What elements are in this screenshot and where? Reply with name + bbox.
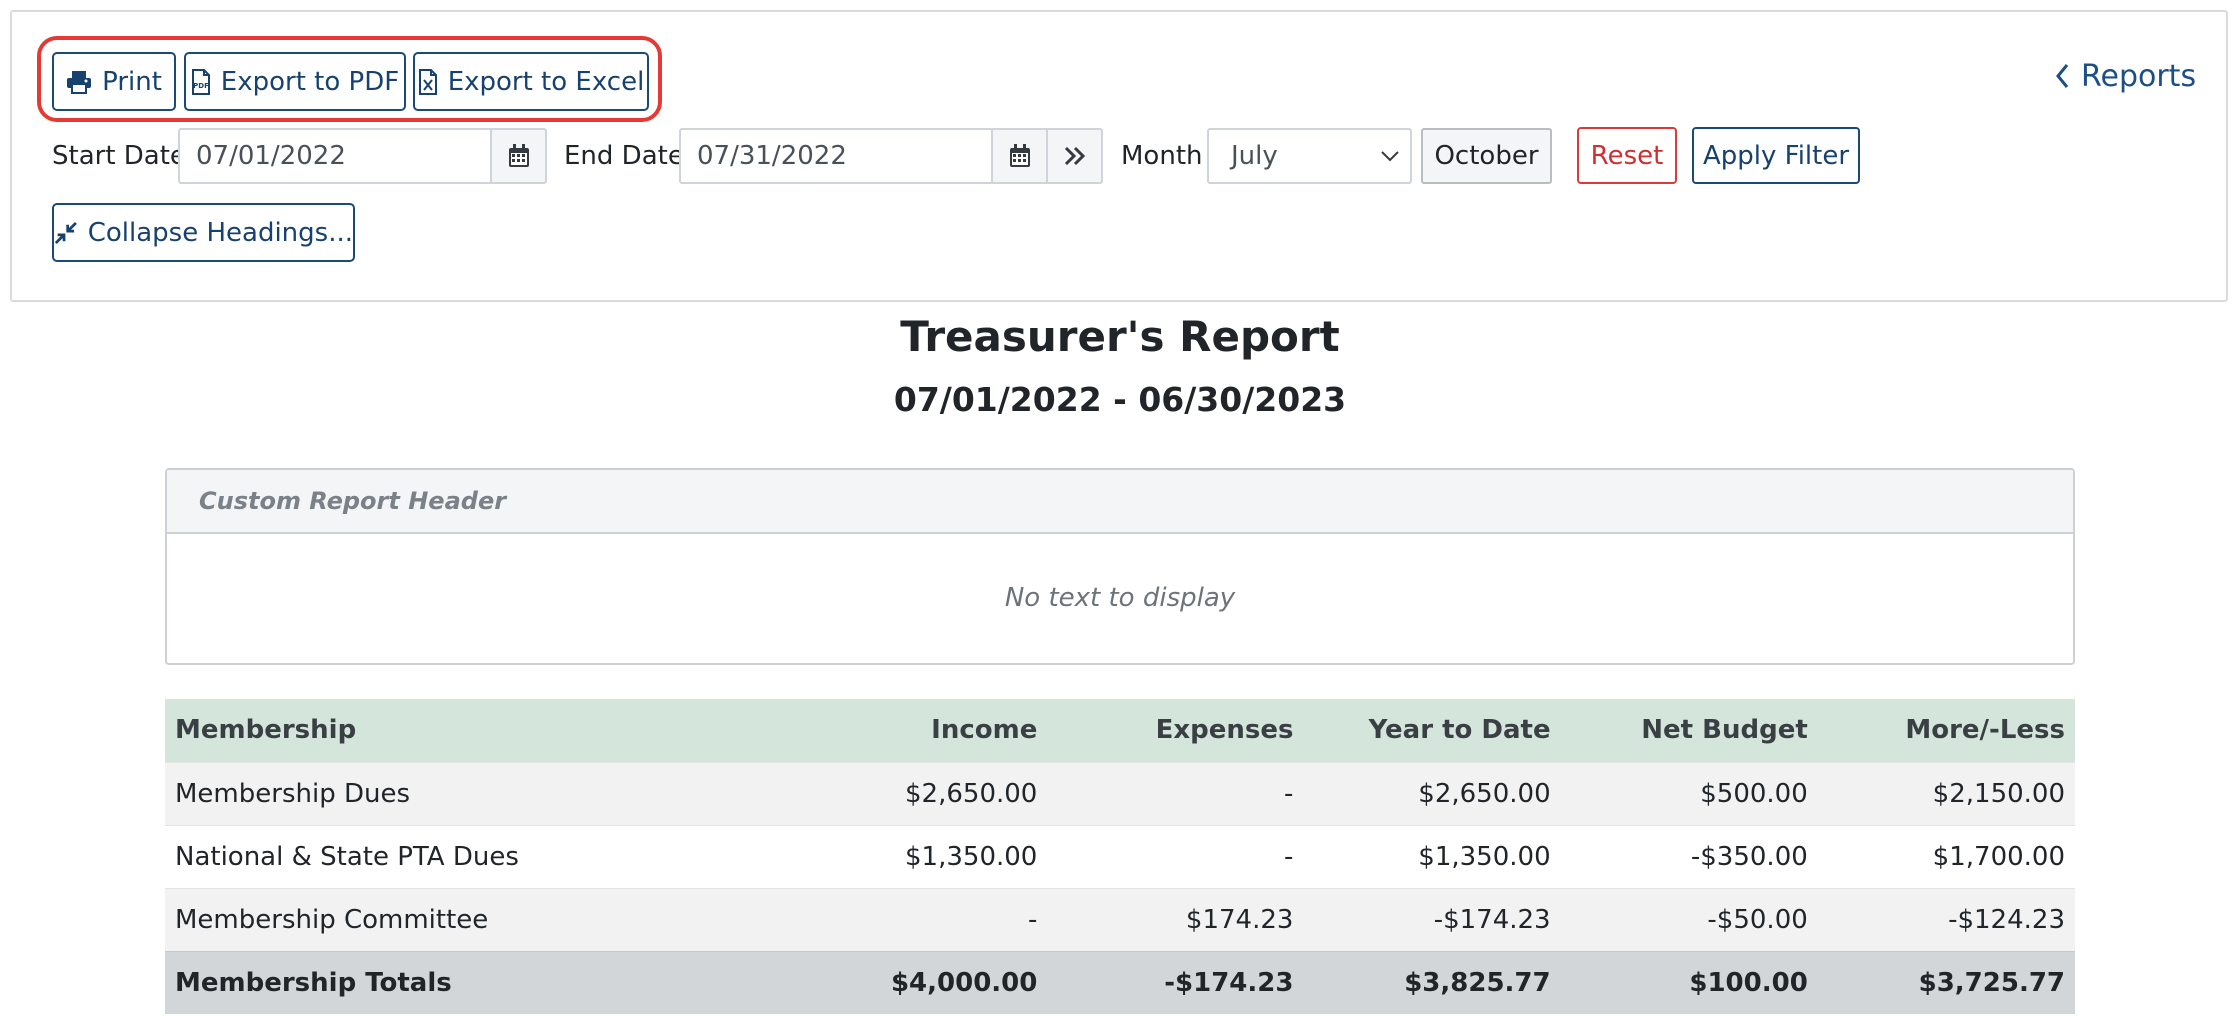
end-date-calendar-button[interactable] [991, 128, 1048, 184]
print-button[interactable]: Print [52, 52, 176, 111]
calendar-icon [1009, 144, 1031, 168]
chevron-left-icon [2055, 63, 2069, 89]
apply-filter-button[interactable]: Apply Filter [1692, 127, 1860, 184]
month-selected-value: July [1231, 141, 1278, 171]
column-header: Membership [165, 699, 778, 762]
end-date-input[interactable]: 07/31/2022 [679, 128, 993, 184]
custom-report-header-card: Custom Report Header No text to display [165, 468, 2075, 665]
column-header: More/-Less [1818, 699, 2075, 762]
start-date-input[interactable]: 07/01/2022 [178, 128, 492, 184]
printer-icon [66, 70, 92, 94]
export-pdf-label: Export to PDF [221, 67, 399, 97]
totals-cell: -$174.23 [1047, 951, 1303, 1014]
print-label: Print [102, 67, 162, 97]
collapse-headings-label: Collapse Headings... [88, 218, 353, 248]
table-cell: $500.00 [1561, 762, 1818, 825]
table-cell: - [1047, 825, 1303, 888]
table-cell: -$50.00 [1561, 888, 1818, 951]
table-row: Membership Committee - $174.23 -$174.23 … [165, 888, 2075, 951]
custom-header-title: Custom Report Header [167, 470, 2073, 534]
table-cell: -$124.23 [1818, 888, 2075, 951]
table-cell: $174.23 [1047, 888, 1303, 951]
calendar-icon [508, 144, 530, 168]
table-cell: $2,650.00 [1303, 762, 1560, 825]
table-row: National & State PTA Dues $1,350.00 - $1… [165, 825, 2075, 888]
table-cell: $1,700.00 [1818, 825, 2075, 888]
svg-text:PDF: PDF [193, 82, 209, 90]
totals-cell: Membership Totals [165, 951, 778, 1014]
table-header-row: Membership Income Expenses Year to Date … [165, 699, 2075, 762]
column-header: Net Budget [1561, 699, 1818, 762]
pdf-file-icon: PDF [191, 69, 211, 95]
column-header: Income [778, 699, 1047, 762]
column-header: Year to Date [1303, 699, 1560, 762]
table-cell: -$174.23 [1303, 888, 1560, 951]
excel-file-icon [418, 69, 438, 95]
compress-icon [54, 220, 78, 246]
chevron-down-icon [1380, 150, 1400, 162]
column-header: Expenses [1047, 699, 1303, 762]
totals-cell: $4,000.00 [778, 951, 1047, 1014]
table-cell: -$350.00 [1561, 825, 1818, 888]
table-cell: Membership Committee [165, 888, 778, 951]
reports-back-link[interactable]: Reports [2055, 56, 2196, 96]
totals-row: Membership Totals $4,000.00 -$174.23 $3,… [165, 951, 2075, 1014]
double-chevron-right-icon [1063, 145, 1087, 167]
export-excel-button[interactable]: Export to Excel [413, 52, 649, 111]
start-date-label: Start Date [52, 128, 186, 184]
export-pdf-button[interactable]: PDF Export to PDF [184, 52, 406, 111]
table-cell: $1,350.00 [778, 825, 1047, 888]
table-cell: $2,650.00 [778, 762, 1047, 825]
table-cell: - [778, 888, 1047, 951]
totals-cell: $3,825.77 [1303, 951, 1560, 1014]
month-select[interactable]: July [1207, 128, 1412, 184]
membership-table: Membership Income Expenses Year to Date … [165, 699, 2075, 1014]
reset-button[interactable]: Reset [1577, 127, 1677, 184]
table-cell: - [1047, 762, 1303, 825]
next-period-button[interactable] [1046, 128, 1103, 184]
month-label: Month [1121, 128, 1203, 184]
october-button[interactable]: October [1421, 128, 1552, 184]
table-cell: $1,350.00 [1303, 825, 1560, 888]
export-excel-label: Export to Excel [448, 67, 645, 97]
table-cell: National & State PTA Dues [165, 825, 778, 888]
end-date-label: End Date [564, 128, 684, 184]
report-title: Treasurer's Report [0, 312, 2240, 361]
custom-header-body: No text to display [167, 534, 2073, 662]
start-date-calendar-button[interactable] [490, 128, 547, 184]
table-cell: $2,150.00 [1818, 762, 2075, 825]
table-row: Membership Dues $2,650.00 - $2,650.00 $5… [165, 762, 2075, 825]
collapse-headings-button[interactable]: Collapse Headings... [52, 203, 355, 262]
reports-link-label: Reports [2081, 59, 2196, 94]
table-cell: Membership Dues [165, 762, 778, 825]
report-date-range: 07/01/2022 - 06/30/2023 [0, 380, 2240, 419]
totals-cell: $3,725.77 [1818, 951, 2075, 1014]
totals-cell: $100.00 [1561, 951, 1818, 1014]
